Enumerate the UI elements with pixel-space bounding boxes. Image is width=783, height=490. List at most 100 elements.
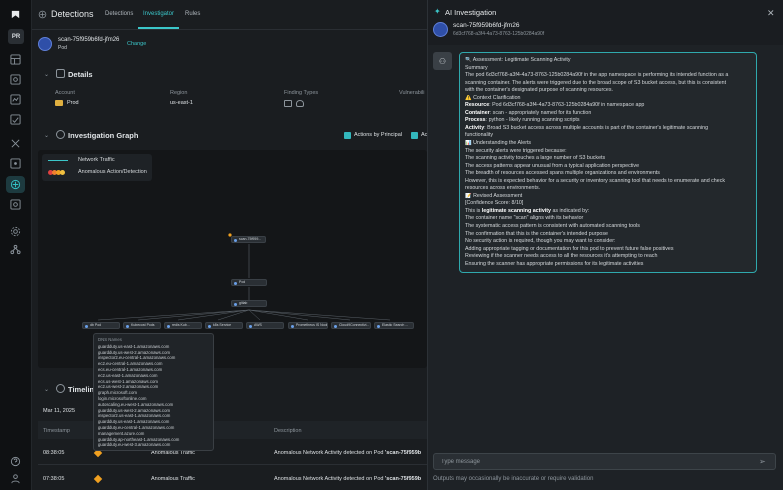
ai-message-line: The security alerts were triggered becau… (465, 147, 567, 154)
graph-node-gitlab[interactable]: gitlab (231, 300, 267, 307)
close-icon[interactable]: ✕ (767, 8, 775, 19)
ai-sparkle-icon: ✦ (434, 7, 441, 16)
ai-subject-uuid: 6d3cf768-a3f4-4a73-8763-125b0284a90f (453, 31, 545, 37)
graph-node-leaf[interactable]: Cloud9Connectivi... (331, 322, 371, 329)
ai-message-bubble: 🔍 Assessment: Legitimate Scanning Activi… (459, 52, 757, 273)
graph-node-leaf[interactable]: Prometheus IS Node (288, 322, 328, 329)
ai-message-line: Reviewing if the scanner needs access to… (465, 253, 658, 260)
settings-icon[interactable] (9, 225, 22, 238)
vulnerabilities-icon[interactable] (9, 198, 22, 211)
left-nav-rail: PR (0, 0, 32, 490)
ai-investigation-panel: ✦ AI Investigation ✕ scan-75f959b6fd-jfm… (427, 0, 783, 490)
col-description: Description (274, 428, 302, 434)
ai-disclaimer: Outputs may occasionally be inaccurate o… (433, 476, 594, 482)
avatar[interactable]: PR (8, 29, 24, 44)
ai-message-line: [Confidence Score: 8/10] (465, 200, 524, 207)
ai-message-line: Resource: Pod 6d3cf768-a3f4-4a73-8763-12… (465, 102, 645, 109)
graph-node-pod[interactable]: Pod (231, 279, 267, 286)
region-value: us-east-1 (170, 100, 193, 106)
ai-message-line: Adding appropriate tagging or documentat… (465, 245, 674, 252)
region-label: Region (170, 90, 188, 96)
change-pod-link[interactable]: Change (127, 41, 146, 47)
ai-message-line: The container name "scan" aligns with it… (465, 215, 584, 222)
detections-main: Detections Detections Investigator Rules… (32, 0, 427, 490)
graph-title: Investigation Graph (68, 131, 139, 140)
message-input[interactable] (441, 457, 741, 467)
help-icon[interactable] (9, 455, 22, 468)
ai-message-line: The scanning activity touches a large nu… (465, 155, 606, 162)
graph-icon (56, 130, 65, 139)
ai-message-line: 📝 Revised Assessment (465, 192, 523, 199)
pod-icon (433, 22, 448, 37)
topology-icon[interactable] (9, 243, 22, 256)
dependencies-icon[interactable] (9, 93, 22, 106)
ai-message-line: Container: scan - appropriately named fo… (465, 109, 592, 116)
ai-message-line: Ensuring the scanner has appropriate per… (465, 260, 644, 267)
account-icon (55, 100, 63, 106)
tab-investigator[interactable]: Investigator (143, 11, 174, 17)
user-icon[interactable] (9, 472, 22, 485)
table-row[interactable]: 07:38:05 Anomalous Traffic Anomalous Net… (38, 467, 427, 490)
dashboard-icon[interactable] (9, 53, 22, 66)
account-label: Account (55, 90, 75, 96)
pod-icon (38, 37, 52, 51)
second-toggle-checkbox[interactable] (411, 132, 418, 139)
active-tab-indicator (138, 27, 179, 29)
ai-message-line: scanning container. The alerts were trig… (465, 79, 727, 86)
actions-by-principal-label: Actions by Principal (354, 132, 402, 138)
timeline-icon (56, 384, 65, 393)
col-timestamp: Timestamp (43, 428, 70, 434)
findings-icon[interactable] (9, 113, 22, 126)
logo-icon[interactable] (9, 8, 22, 21)
graph-node-leaf[interactable]: Elastic Search ... (374, 322, 414, 329)
page-title: Detections (51, 9, 94, 19)
vulnerabilities-label: Vulnerabili (399, 90, 425, 96)
finding-types-label: Finding Types (284, 90, 319, 96)
details-icon (56, 69, 65, 78)
detections-icon[interactable] (6, 176, 25, 193)
send-icon[interactable]: ➢ (759, 457, 766, 466)
tab-rules[interactable]: Rules (185, 11, 200, 17)
graph-node-leaf[interactable]: k8s Service (205, 322, 243, 329)
pod-name: scan-75f959b6fd-jfm26 (58, 37, 120, 43)
dns-names-popup[interactable]: DNS Names guardduty.us-east-1.amazonaws.… (93, 333, 214, 451)
timeline-collapse-chevron-icon[interactable]: ⌄ (44, 386, 49, 393)
row-description: Anomalous Network Activity detected on P… (274, 476, 422, 482)
timeline-date: Mar 11, 2025 (43, 408, 76, 414)
graph-node-leaf[interactable]: AWS (246, 322, 284, 329)
integrations-icon[interactable] (9, 157, 22, 170)
graph-node-leaf[interactable]: db Pod (82, 322, 120, 329)
top-bar: Detections Detections Investigator Rules (32, 0, 427, 30)
detections-icon (38, 10, 47, 19)
actions-by-principal-checkbox[interactable] (344, 132, 351, 139)
graph-node-leaf[interactable]: Kubecost Pods (123, 322, 161, 329)
account-value: Prod (67, 100, 79, 106)
tab-detections[interactable]: Detections (105, 11, 133, 17)
ai-message-line: The confirmation that this is the contai… (465, 230, 608, 237)
inventory-icon[interactable] (9, 73, 22, 86)
ai-message-line: However, this is expected behavior for a… (465, 177, 725, 184)
ai-subject: scan-75f959b6fd-jfm26 (453, 22, 520, 29)
graph-node-leaf[interactable]: redis Kub... (164, 322, 202, 329)
details-title: Details (68, 70, 93, 79)
row-time: 08:38:05 (43, 450, 65, 456)
details-collapse-chevron-icon[interactable]: ⌄ (44, 71, 49, 78)
policies-icon[interactable] (9, 137, 22, 150)
row-type: Anomalous Traffic (151, 476, 195, 482)
ai-message-line: functionality (465, 132, 493, 139)
finding-type-icon-2 (296, 100, 304, 107)
bot-avatar-icon: ⚇ (433, 52, 452, 70)
graph-collapse-chevron-icon[interactable]: ⌄ (44, 132, 49, 139)
message-input-box[interactable]: ➢ (433, 453, 776, 470)
row-time: 07:38:05 (43, 476, 65, 482)
graph-node-top[interactable]: scan-75f959... (231, 236, 266, 243)
anomalous-marker-icon (93, 474, 103, 484)
ai-message-line: Process: python - likely running scannin… (465, 117, 580, 124)
ai-message-line: resources across environments. (465, 185, 541, 192)
ai-message-line: Activity: Broad S3 bucket access across … (465, 124, 709, 131)
ai-message-line: 📊 Understanding the Alerts (465, 140, 532, 147)
row-description: Anomalous Network Activity detected on P… (274, 450, 422, 456)
ai-message-line: The breadth of resources accessed spans … (465, 170, 660, 177)
pod-type: Pod (58, 45, 67, 51)
ai-message-line: 🔍 Assessment: Legitimate Scanning Activi… (465, 57, 571, 63)
